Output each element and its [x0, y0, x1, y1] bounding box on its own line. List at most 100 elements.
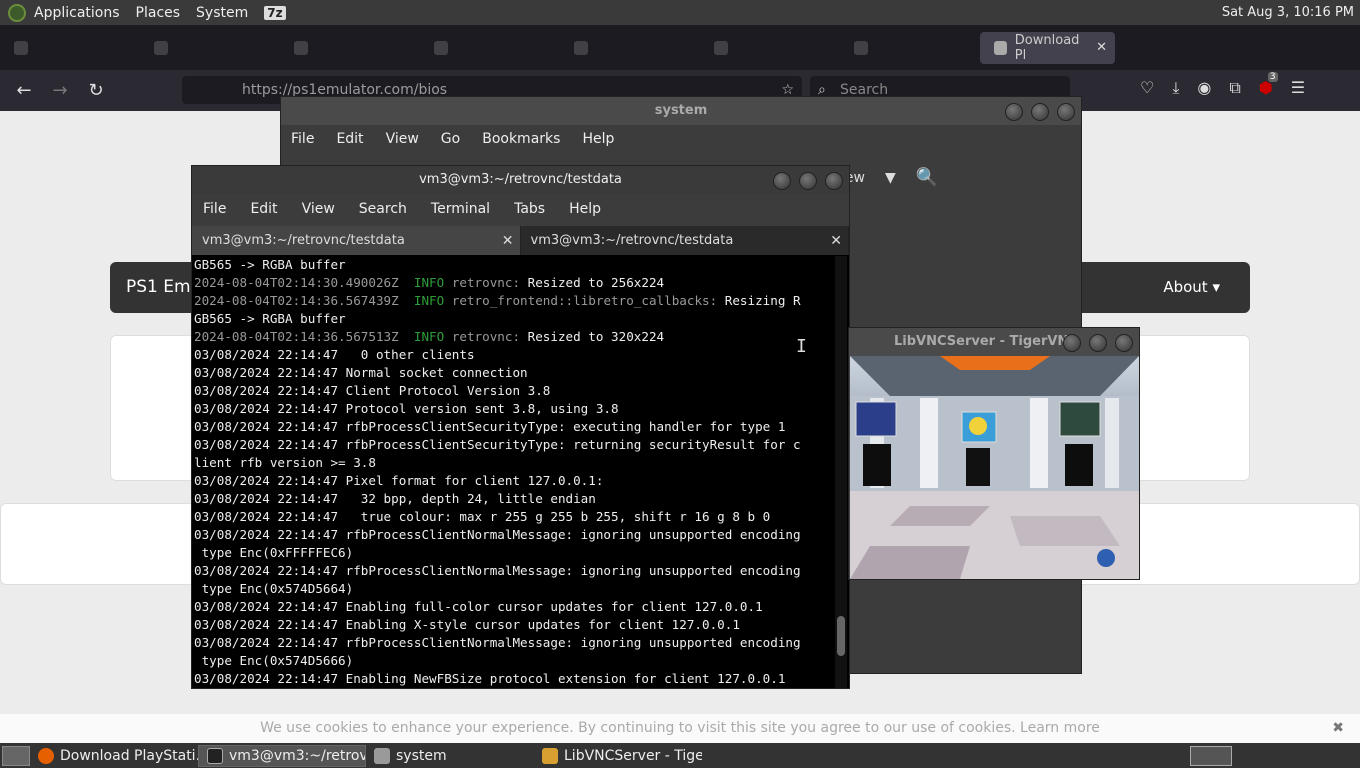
terminal-output[interactable]: GB565 -> RGBA buffer 2024-08-04T02:14:30.… [194, 256, 834, 688]
favicon-icon [294, 40, 308, 55]
hamburger-menu-icon[interactable]: ☰ [1291, 78, 1305, 98]
menu-edit[interactable]: Edit [250, 201, 277, 219]
window-title[interactable]: system [281, 97, 1081, 125]
menu-applications[interactable]: Applications [34, 5, 120, 21]
favicon-icon [14, 40, 28, 55]
workspace-switcher-icon[interactable] [1190, 745, 1232, 766]
log-module: retrovnc: [451, 275, 521, 290]
menu-view[interactable]: View [302, 201, 335, 219]
taskbar-item-system[interactable]: system [366, 745, 534, 767]
maximize-icon[interactable] [1089, 334, 1107, 352]
menu-edit[interactable]: Edit [336, 131, 363, 147]
terminal-line: GB565 -> RGBA buffer [194, 310, 834, 328]
close-icon[interactable] [1115, 334, 1133, 352]
log-text: 03/08/2024 22:14:47 true colour: max r 2… [194, 509, 771, 524]
taskbar-item-firefox[interactable]: Download PlayStati... [30, 745, 198, 767]
favicon-icon [714, 40, 728, 55]
distro-logo-icon [8, 3, 26, 22]
log-text: 03/08/2024 22:14:47 32 bpp, depth 24, li… [194, 491, 596, 506]
firefox-tab[interactable] [0, 32, 140, 64]
firefox-tab[interactable] [420, 32, 560, 64]
log-text: Resizing R [717, 293, 801, 308]
menu-search[interactable]: Search [359, 201, 407, 219]
favicon-icon [994, 40, 1007, 55]
close-tab-icon[interactable]: ✕ [1096, 40, 1107, 55]
terminal-window: vm3@vm3:~/retrovnc/testdata File Edit Vi… [191, 165, 850, 689]
scrollbar[interactable] [835, 256, 847, 688]
firefox-tab[interactable] [700, 32, 840, 64]
menu-help[interactable]: Help [569, 201, 601, 219]
window-title[interactable]: vm3@vm3:~/retrovnc/testdata [192, 166, 849, 194]
terminal-line: 03/08/2024 22:14:47 Enabling X-style cur… [194, 616, 834, 634]
firefox-toolbar-icons: ♡ ⤓ ◉ ⧉ ⬢ 3 ☰ [1140, 72, 1305, 98]
firefox-tab[interactable] [140, 32, 280, 64]
pocket-icon[interactable]: ♡ [1140, 78, 1154, 98]
log-level: INFO [413, 275, 452, 290]
about-dropdown[interactable]: About ▾ [1163, 278, 1220, 296]
terminal-line: 03/08/2024 22:14:47 Client Protocol Vers… [194, 382, 834, 400]
terminal-line: lient rfb version >= 3.8 [194, 454, 834, 472]
taskbar-item-vnc[interactable]: LibVNCServer - Tige... [534, 745, 702, 767]
log-text: type Enc(0x574D5664) [194, 581, 354, 596]
log-text: 03/08/2024 22:14:47 Enabling NewFBSize p… [194, 671, 786, 686]
close-icon[interactable] [825, 172, 843, 190]
downloads-icon[interactable]: ⤓ [1172, 78, 1179, 98]
cookie-text[interactable]: We use cookies to enhance your experienc… [260, 720, 1100, 736]
menu-terminal[interactable]: Terminal [431, 201, 490, 219]
taskbar-item-terminal[interactable]: vm3@vm3:~/retrov... [198, 744, 366, 767]
firefox-tab-active[interactable]: Download Pl ✕ [980, 31, 1115, 64]
log-timestamp: 2024-08-04T02:14:30.490026Z [194, 275, 414, 290]
close-tab-icon[interactable]: ✕ [830, 233, 842, 249]
chevron-down-icon[interactable]: ▼ [885, 170, 896, 186]
back-icon[interactable]: ← [6, 80, 42, 101]
extensions-icon[interactable]: ⧉ [1229, 78, 1240, 98]
7zip-launcher-icon[interactable]: 7z [264, 5, 286, 20]
terminal-line: 03/08/2024 22:14:47 rfbProcessClientNorm… [194, 562, 834, 580]
close-icon[interactable] [1057, 103, 1075, 121]
terminal-line: 03/08/2024 22:14:47 rfbProcessClientSecu… [194, 436, 834, 454]
minimize-icon[interactable] [1005, 103, 1023, 121]
minimize-icon[interactable] [1063, 334, 1081, 352]
tigervnc-icon [542, 747, 558, 764]
firefox-tab[interactable] [560, 32, 700, 64]
forward-icon[interactable]: → [42, 80, 78, 101]
log-text: GB565 -> RGBA buffer [194, 257, 346, 272]
terminal-line: 03/08/2024 22:14:47 0 other clients [194, 346, 834, 364]
taskbar: Download PlayStati... vm3@vm3:~/retrov..… [0, 743, 1360, 768]
close-icon[interactable]: ✖ [1332, 714, 1344, 743]
close-tab-icon[interactable]: ✕ [502, 233, 514, 249]
terminal-tab-2[interactable]: vm3@vm3:~/retrovnc/testdata ✕ [521, 226, 849, 255]
terminal-line: type Enc(0x574D5666) [194, 652, 834, 670]
menu-file[interactable]: File [291, 131, 314, 147]
account-icon[interactable]: ◉ [1197, 78, 1211, 98]
vnc-framebuffer[interactable] [850, 356, 1139, 579]
menu-bookmarks[interactable]: Bookmarks [482, 131, 560, 147]
reload-icon[interactable]: ↻ [78, 80, 114, 101]
site-brand[interactable]: PS1 Em [126, 277, 191, 297]
firefox-tab[interactable] [840, 32, 980, 64]
menu-tabs[interactable]: Tabs [514, 201, 545, 219]
terminal-line: 03/08/2024 22:14:47 rfbProcessClientNorm… [194, 526, 834, 544]
minimize-icon[interactable] [773, 172, 791, 190]
menu-help[interactable]: Help [582, 131, 614, 147]
toolbar: iew ▼ 🔍 [841, 167, 938, 188]
maximize-icon[interactable] [1031, 103, 1049, 121]
search-icon[interactable]: 🔍 [916, 167, 938, 188]
firefox-icon [38, 747, 54, 764]
firefox-tab[interactable] [280, 32, 420, 64]
log-text: 03/08/2024 22:14:47 rfbProcessClientNorm… [194, 527, 801, 542]
menu-view[interactable]: View [386, 131, 419, 147]
terminal-tab-1[interactable]: vm3@vm3:~/retrovnc/testdata ✕ [192, 226, 521, 255]
window-controls [1063, 334, 1133, 352]
clock[interactable]: Sat Aug 3, 10:16 PM [1222, 5, 1354, 20]
scrollbar-thumb[interactable] [837, 616, 845, 656]
menu-file[interactable]: File [203, 201, 226, 219]
tab-label: vm3@vm3:~/retrovnc/testdata [202, 233, 405, 248]
menu-system[interactable]: System [196, 5, 248, 21]
terminal-line: 03/08/2024 22:14:47 32 bpp, depth 24, li… [194, 490, 834, 508]
menu-places[interactable]: Places [136, 5, 181, 21]
menu-go[interactable]: Go [441, 131, 460, 147]
show-desktop-icon[interactable] [2, 745, 30, 766]
maximize-icon[interactable] [799, 172, 817, 190]
ublock-icon[interactable]: ⬢ 3 [1259, 72, 1278, 98]
